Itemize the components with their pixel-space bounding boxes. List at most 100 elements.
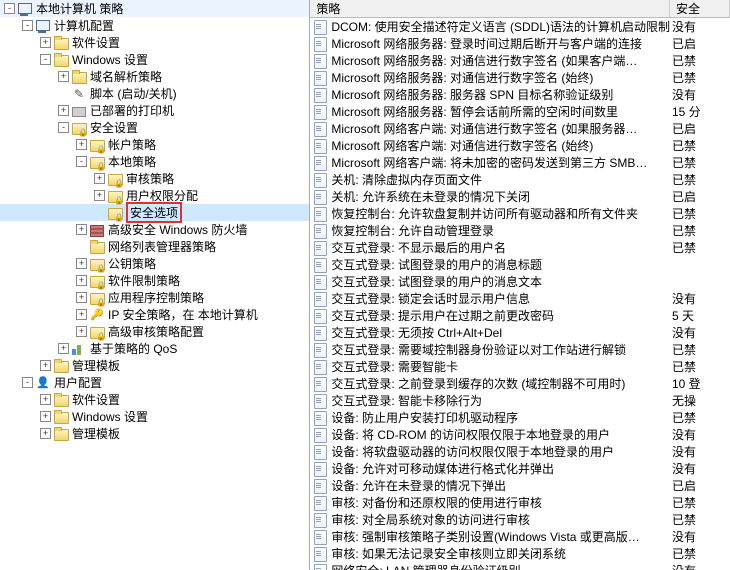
policy-row[interactable]: Microsoft 网络服务器: 对通信进行数字签名 (如果客户端…已禁: [310, 52, 730, 69]
security-icon: [89, 256, 105, 272]
user-software[interactable]: +软件设置: [0, 391, 309, 408]
windows-settings[interactable]: -Windows 设置: [0, 51, 309, 68]
expand-icon[interactable]: +: [58, 105, 69, 116]
root-local-computer-policy[interactable]: -本地计算机 策略: [0, 0, 309, 17]
collapse-icon[interactable]: -: [40, 54, 51, 65]
policy-row[interactable]: 交互式登录: 试图登录的用户的消息文本: [310, 273, 730, 290]
dns-policy[interactable]: +域名解析策略: [0, 68, 309, 85]
policy-row[interactable]: 审核: 对备份和还原权限的使用进行审核已禁: [310, 494, 730, 511]
scripts[interactable]: 脚本 (启动/关机): [0, 85, 309, 102]
tree-label: 本地策略: [108, 153, 156, 170]
app-control[interactable]: +应用程序控制策略: [0, 289, 309, 306]
policy-row[interactable]: 设备: 将 CD-ROM 的访问权限仅限于本地登录的用户没有: [310, 426, 730, 443]
policy-row[interactable]: Microsoft 网络服务器: 暂停会话前所需的空闲时间数里15 分: [310, 103, 730, 120]
policy-row[interactable]: Microsoft 网络服务器: 服务器 SPN 目标名称验证级别没有: [310, 86, 730, 103]
col-security-header[interactable]: 安全: [670, 0, 730, 17]
computer-config[interactable]: -计算机配置: [0, 17, 309, 34]
expand-icon[interactable]: +: [40, 360, 51, 371]
policy-row[interactable]: 设备: 将软盘驱动器的访问权限仅限于本地登录的用户没有: [310, 443, 730, 460]
expand-icon[interactable]: +: [76, 275, 87, 286]
expand-icon[interactable]: +: [76, 224, 87, 235]
public-key[interactable]: +公钥策略: [0, 255, 309, 272]
expand-icon[interactable]: +: [40, 411, 51, 422]
expand-icon[interactable]: +: [76, 258, 87, 269]
policy-row[interactable]: 交互式登录: 需要域控制器身份验证以对工作站进行解锁已禁: [310, 341, 730, 358]
expand-icon[interactable]: +: [40, 428, 51, 439]
policy-row[interactable]: 交互式登录: 锁定会话时显示用户信息没有: [310, 290, 730, 307]
expand-icon[interactable]: +: [58, 343, 69, 354]
software-settings[interactable]: +软件设置: [0, 34, 309, 51]
local-policy[interactable]: - 本地策略: [0, 153, 309, 170]
ip-security[interactable]: +IP 安全策略，在 本地计算机: [0, 306, 309, 323]
expand-icon[interactable]: +: [76, 139, 87, 150]
policy-row[interactable]: 交互式登录: 不显示最后的用户名已禁: [310, 239, 730, 256]
expand-icon[interactable]: +: [76, 292, 87, 303]
policy-row[interactable]: 关机: 清除虚拟内存页面文件已禁: [310, 171, 730, 188]
policy-setting: 无操: [670, 392, 730, 409]
adv-audit[interactable]: +高级审核策略配置: [0, 323, 309, 340]
policy-row[interactable]: Microsoft 网络服务器: 对通信进行数字签名 (始终)已禁: [310, 69, 730, 86]
policy-name: 网络安全: LAN 管理器身份验证级别: [331, 562, 520, 570]
policy-row[interactable]: 恢复控制台: 允许软盘复制并访问所有驱动器和所有文件夹已禁: [310, 205, 730, 222]
policy-list[interactable]: DCOM: 使用安全描述符定义语言 (SDDL)语法的计算机启动限制没有Micr…: [310, 18, 730, 570]
expand-icon[interactable]: +: [76, 326, 87, 337]
policy-row[interactable]: Microsoft 网络客户端: 对通信进行数字签名 (始终)已禁: [310, 137, 730, 154]
policy-row[interactable]: 交互式登录: 需要智能卡已禁: [310, 358, 730, 375]
expand-icon[interactable]: +: [94, 173, 105, 184]
expand-icon[interactable]: +: [40, 394, 51, 405]
software-restriction[interactable]: +软件限制策略: [0, 272, 309, 289]
policy-row[interactable]: 交互式登录: 无须按 Ctrl+Alt+Del没有: [310, 324, 730, 341]
policy-row[interactable]: 交互式登录: 智能卡移除行为 无操: [310, 392, 730, 409]
policy-name: 交互式登录: 试图登录的用户的消息文本: [331, 273, 542, 290]
policy-row[interactable]: 审核: 如果无法记录安全审核则立即关闭系统已禁: [310, 545, 730, 562]
policy-row[interactable]: 设备: 允许对可移动媒体进行格式化并弹出没有: [310, 460, 730, 477]
policy-row[interactable]: 设备: 防止用户安装打印机驱动程序已禁: [310, 409, 730, 426]
security-settings[interactable]: -安全设置: [0, 119, 309, 136]
deployed-printers[interactable]: +已部署的打印机: [0, 102, 309, 119]
policy-row[interactable]: 恢复控制台: 允许自动管理登录已禁: [310, 222, 730, 239]
policy-row[interactable]: 审核: 强制审核策略子类别设置(Windows Vista 或更高版…没有: [310, 528, 730, 545]
expand-icon[interactable]: +: [94, 190, 105, 201]
security-options[interactable]: 安全选项: [0, 204, 309, 221]
security-icon: [89, 154, 105, 170]
admin-templates[interactable]: +管理模板: [0, 357, 309, 374]
adv-firewall[interactable]: +高级安全 Windows 防火墙: [0, 221, 309, 238]
expand-icon[interactable]: +: [76, 309, 87, 320]
policy-setting: 已禁: [670, 511, 730, 528]
policy-row[interactable]: Microsoft 网络客户端: 将未加密的密码发送到第三方 SMB…已禁: [310, 154, 730, 171]
policy-row[interactable]: 交互式登录: 试图登录的用户的消息标题: [310, 256, 730, 273]
policy-row[interactable]: 交互式登录: 之前登录到缓存的次数 (域控制器不可用时)10 登: [310, 375, 730, 392]
policy-row[interactable]: 审核: 对全局系统对象的访问进行审核已禁: [310, 511, 730, 528]
policy-row[interactable]: Microsoft 网络客户端: 对通信进行数字签名 (如果服务器…已启: [310, 120, 730, 137]
audit-policy[interactable]: + 审核策略: [0, 170, 309, 187]
network-list[interactable]: 网络列表管理器策略: [0, 238, 309, 255]
policy-row[interactable]: 交互式登录: 提示用户在过期之前更改密码5 天: [310, 307, 730, 324]
policy-icon: [312, 206, 328, 222]
tree-pane[interactable]: -本地计算机 策略-计算机配置+软件设置-Windows 设置+域名解析策略 脚…: [0, 0, 310, 570]
account-policy[interactable]: +帐户策略: [0, 136, 309, 153]
policy-icon: [312, 393, 328, 409]
policy-row[interactable]: 关机: 允许系统在未登录的情况下关闭已启: [310, 188, 730, 205]
qos[interactable]: +基于策略的 QoS: [0, 340, 309, 357]
col-policy-header[interactable]: 策略: [310, 0, 670, 17]
security-icon: [71, 120, 87, 136]
policy-row[interactable]: 设备: 允许在未登录的情况下弹出已启: [310, 477, 730, 494]
user-config[interactable]: -用户配置: [0, 374, 309, 391]
policy-row[interactable]: Microsoft 网络服务器: 登录时间过期后断开与客户端的连接已启: [310, 35, 730, 52]
policy-row[interactable]: 网络安全: LAN 管理器身份验证级别没有: [310, 562, 730, 570]
collapse-icon[interactable]: -: [22, 20, 33, 31]
collapse-icon[interactable]: -: [4, 3, 15, 14]
collapse-icon[interactable]: -: [58, 122, 69, 133]
policy-setting: 10 登: [670, 375, 730, 392]
collapse-icon[interactable]: -: [76, 156, 87, 167]
policy-name: 交互式登录: 智能卡移除行为: [331, 392, 482, 409]
policy-setting: 已禁: [670, 545, 730, 562]
expand-icon[interactable]: +: [58, 71, 69, 82]
policy-row[interactable]: DCOM: 使用安全描述符定义语言 (SDDL)语法的计算机启动限制没有: [310, 18, 730, 35]
tree-label: 审核策略: [126, 170, 174, 187]
collapse-icon[interactable]: -: [22, 377, 33, 388]
user-admin-templates[interactable]: +管理模板: [0, 425, 309, 442]
policy-setting: 已禁: [670, 205, 730, 222]
user-windows[interactable]: +Windows 设置: [0, 408, 309, 425]
expand-icon[interactable]: +: [40, 37, 51, 48]
